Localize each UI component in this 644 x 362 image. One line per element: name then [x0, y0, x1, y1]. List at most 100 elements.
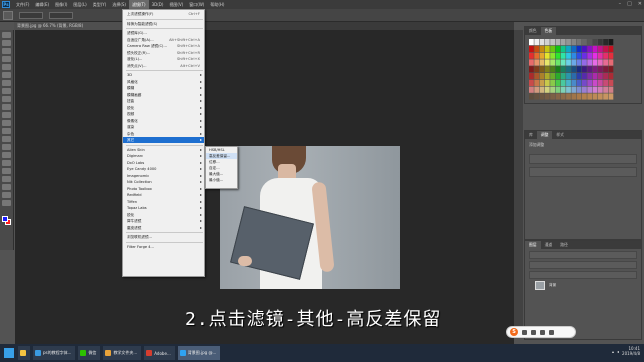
option-field-1[interactable] [19, 11, 43, 19]
color-swatch[interactable] [529, 79, 534, 86]
color-swatch[interactable] [544, 66, 550, 73]
network-icon[interactable]: ▴ [612, 349, 614, 354]
filter-menu-item[interactable]: Topaz Labs ▸ [123, 205, 204, 211]
color-swatch[interactable] [608, 93, 614, 100]
color-swatch[interactable] [555, 59, 561, 66]
color-swatch[interactable] [550, 79, 555, 86]
filter-menu-item[interactable]: 犀牛滤镜 ▸ [123, 218, 204, 224]
color-swatch[interactable] [534, 93, 540, 100]
color-swatch[interactable] [597, 39, 603, 46]
tool-button-icon[interactable] [2, 40, 11, 46]
tool-button-icon[interactable] [2, 192, 11, 198]
layer-thumbnail[interactable] [535, 281, 545, 290]
filter-menu-item[interactable]: 像素化 ▸ [123, 118, 204, 124]
color-swatch[interactable] [544, 45, 550, 52]
color-swatch[interactable] [534, 79, 540, 86]
color-swatch[interactable] [603, 73, 608, 80]
panel-tab[interactable]: 通道 [540, 241, 557, 249]
color-swatch[interactable] [576, 79, 582, 86]
menu-0[interactable]: 文件(F) [13, 0, 32, 9]
color-swatch[interactable] [566, 39, 571, 46]
color-swatch[interactable] [603, 52, 608, 59]
filter-menu-item[interactable]: Photo Toolbox ▸ [123, 186, 204, 192]
color-swatch[interactable] [566, 45, 571, 52]
color-swatch[interactable] [560, 59, 566, 66]
filter-menu-item[interactable]: 磨皮滤镜 ▸ [123, 225, 204, 231]
color-swatch[interactable] [582, 39, 587, 46]
color-swatch[interactable] [587, 79, 593, 86]
color-swatch[interactable] [608, 66, 614, 73]
tool-button-icon[interactable] [2, 112, 11, 118]
other-submenu-item[interactable]: 最小值... [206, 177, 237, 183]
color-swatch[interactable] [576, 52, 582, 59]
color-swatch[interactable] [592, 59, 598, 66]
filter-menu-item[interactable]: 消失点(V)... Alt+Ctrl+V [123, 63, 204, 69]
input-method-toolbar[interactable]: S [506, 326, 576, 338]
color-swatch[interactable] [608, 45, 614, 52]
ime-settings-icon[interactable] [549, 329, 554, 335]
color-swatch[interactable] [587, 73, 593, 80]
document-tab[interactable]: 背景图.jpg @ 66.7% (背景, RGB/8) [14, 22, 124, 30]
filter-menu-item[interactable]: Eye Candy 4000 ▸ [123, 166, 204, 172]
color-swatch[interactable] [582, 66, 587, 73]
color-swatch[interactable] [597, 93, 603, 100]
color-swatch[interactable] [571, 59, 577, 66]
color-swatch[interactable] [592, 45, 598, 52]
filter-menu-item[interactable]: 3D ▸ [123, 72, 204, 78]
menu-10[interactable]: 帮助(H) [207, 0, 227, 9]
color-swatch[interactable] [608, 79, 614, 86]
taskbar-button[interactable]: Adobe... [144, 346, 175, 360]
tool-button-icon[interactable] [2, 64, 11, 70]
filter-menu-item[interactable]: 其它 ▸ [123, 137, 204, 143]
panel-tab[interactable]: 路径 [556, 241, 572, 249]
maximize-icon[interactable]: □ [627, 1, 632, 7]
color-swatch[interactable] [608, 39, 614, 46]
color-swatch[interactable] [534, 73, 540, 80]
color-swatch[interactable] [603, 59, 608, 66]
color-swatch[interactable] [587, 86, 593, 93]
color-swatch[interactable] [560, 39, 566, 46]
color-swatch[interactable] [529, 66, 534, 73]
color-swatch[interactable] [555, 86, 561, 93]
color-swatch[interactable] [534, 52, 540, 59]
color-swatch[interactable] [592, 39, 598, 46]
color-swatch[interactable] [544, 39, 550, 46]
filter-menu-item[interactable]: Camera Raw 滤镜(C)... Shift+Ctrl+A [123, 43, 204, 49]
color-swatch[interactable] [529, 45, 534, 52]
menu-9[interactable]: 窗口(W) [186, 0, 207, 9]
menu-8[interactable]: 视图(V) [166, 0, 186, 9]
tool-button-icon[interactable] [2, 184, 11, 190]
foreground-color-swatch[interactable] [2, 216, 8, 222]
color-swatch[interactable] [603, 86, 608, 93]
filter-menu-item[interactable]: 风格化 ▸ [123, 79, 204, 85]
color-swatch[interactable] [555, 73, 561, 80]
menu-4[interactable]: 类型(Y) [90, 0, 110, 9]
color-swatch[interactable] [576, 86, 582, 93]
filter-menu-item[interactable]: 浏览联机滤镜... [123, 234, 204, 240]
tool-button-icon[interactable] [2, 96, 11, 102]
filter-menu-item[interactable]: Alien Skin ▸ [123, 147, 204, 153]
color-swatch[interactable] [566, 73, 571, 80]
color-swatch[interactable] [555, 52, 561, 59]
color-swatch[interactable] [582, 73, 587, 80]
color-swatch[interactable] [555, 79, 561, 86]
color-swatch[interactable] [544, 86, 550, 93]
color-swatch[interactable] [560, 45, 566, 52]
color-swatch[interactable] [608, 59, 614, 66]
close-icon[interactable]: ✕ [638, 1, 642, 7]
color-swatch[interactable] [544, 52, 550, 59]
panel-tab[interactable]: 色板 [540, 27, 557, 35]
tool-button-icon[interactable] [2, 80, 11, 86]
color-swatch[interactable] [539, 73, 545, 80]
color-swatch[interactable] [571, 73, 577, 80]
tool-button-icon[interactable] [2, 48, 11, 54]
color-swatch[interactable] [555, 45, 561, 52]
color-swatch[interactable] [571, 52, 577, 59]
color-swatch[interactable] [603, 93, 608, 100]
document-canvas[interactable] [220, 146, 400, 289]
color-swatch[interactable] [592, 66, 598, 73]
panel-tab[interactable]: 图层 [525, 241, 541, 249]
color-swatch[interactable] [555, 39, 561, 46]
color-swatch[interactable] [582, 59, 587, 66]
color-swatch[interactable] [539, 59, 545, 66]
